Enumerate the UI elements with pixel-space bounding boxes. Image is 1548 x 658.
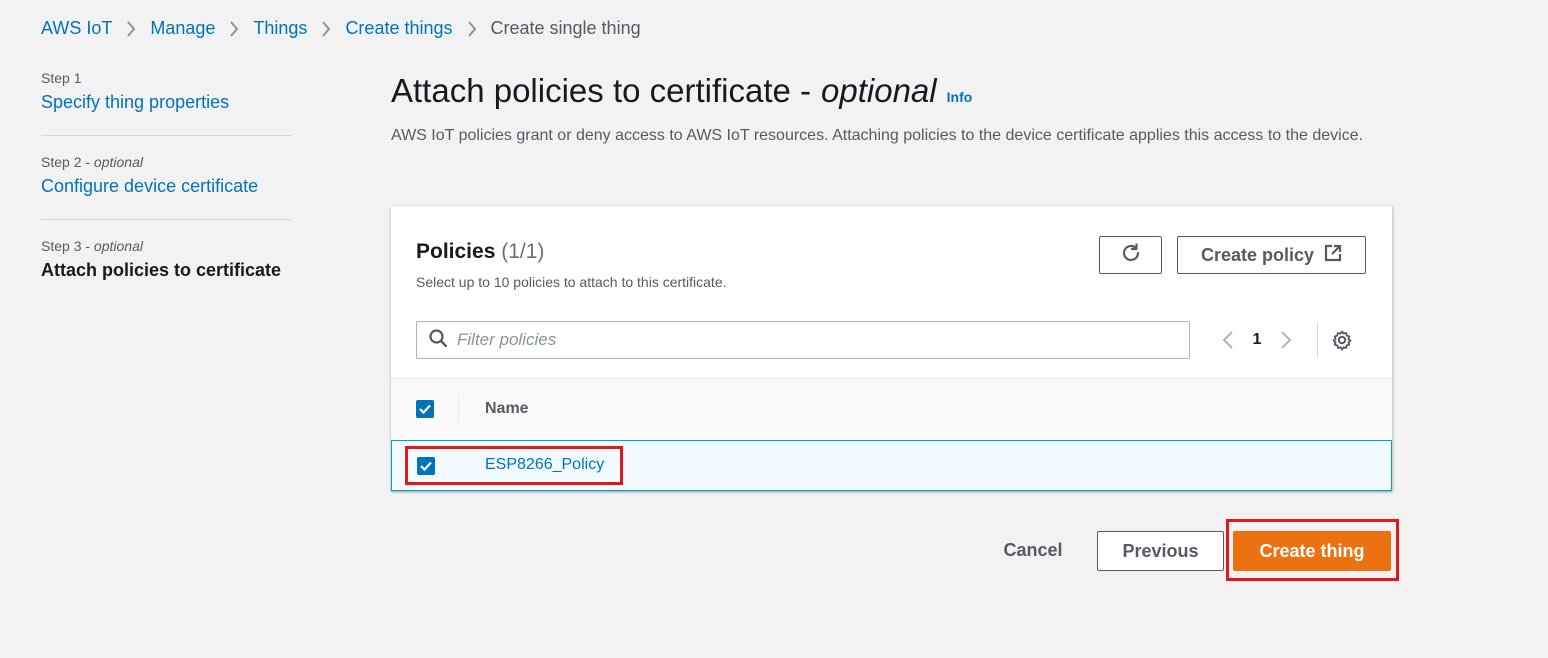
breadcrumb-create-things[interactable]: Create things bbox=[345, 18, 452, 39]
previous-page-icon[interactable] bbox=[1209, 330, 1247, 350]
chevron-right-icon bbox=[453, 20, 491, 37]
column-divider bbox=[458, 395, 459, 423]
step-link-configure-device-certificate[interactable]: Configure device certificate bbox=[41, 176, 291, 197]
policies-heading: Policies (1/1) bbox=[416, 240, 544, 264]
pager-divider bbox=[1317, 322, 1318, 358]
step-link-specify-thing-properties[interactable]: Specify thing properties bbox=[41, 92, 291, 113]
policies-count: (1/1) bbox=[501, 240, 545, 263]
step-label: Step 1 bbox=[41, 70, 82, 86]
current-page[interactable]: 1 bbox=[1247, 331, 1267, 349]
highlight-annotation-create-thing bbox=[1226, 519, 1399, 581]
breadcrumb-current: Create single thing bbox=[490, 18, 641, 38]
step-3: Step 3 - optional Attach policies to cer… bbox=[41, 238, 291, 303]
create-policy-label: Create policy bbox=[1200, 244, 1315, 265]
create-policy-button[interactable]: Create policy bbox=[1177, 236, 1366, 274]
breadcrumb-manage[interactable]: Manage bbox=[150, 18, 215, 39]
step-2: Step 2 - optional Configure device certi… bbox=[41, 154, 291, 220]
step-current-attach-policies: Attach policies to certificate bbox=[41, 260, 282, 280]
breadcrumb: AWS IoT Manage Things Create things Crea… bbox=[41, 18, 641, 39]
page-title-optional: optional bbox=[821, 72, 937, 109]
cancel-button[interactable]: Cancel bbox=[990, 531, 1076, 569]
page-description: AWS IoT policies grant or deny access to… bbox=[391, 127, 1364, 144]
highlight-annotation-policy bbox=[405, 446, 623, 485]
select-all-checkbox[interactable] bbox=[416, 400, 434, 418]
external-link-icon bbox=[1324, 244, 1342, 267]
refresh-icon bbox=[1120, 242, 1142, 269]
pagination: 1 bbox=[1209, 321, 1354, 359]
next-page-icon[interactable] bbox=[1267, 330, 1305, 350]
gear-icon[interactable] bbox=[1330, 329, 1354, 351]
step-label: Step 2 - optional bbox=[41, 154, 143, 170]
checkmark-icon bbox=[419, 404, 431, 415]
step-label: Step 3 - optional bbox=[41, 238, 143, 254]
page-title: Attach policies to certificate - optiona… bbox=[391, 72, 972, 110]
info-link[interactable]: Info bbox=[947, 89, 973, 105]
chevron-right-icon bbox=[215, 20, 253, 37]
breadcrumb-things[interactable]: Things bbox=[253, 18, 307, 39]
filter-policies-input[interactable] bbox=[447, 322, 1189, 358]
chevron-right-icon bbox=[112, 20, 150, 37]
page-title-text: Attach policies to certificate - bbox=[391, 72, 812, 109]
step-1: Step 1 Specify thing properties bbox=[41, 70, 291, 136]
column-header-name[interactable]: Name bbox=[485, 400, 529, 418]
table-header: Name bbox=[391, 378, 1392, 439]
policies-title: Policies bbox=[416, 240, 496, 263]
chevron-right-icon bbox=[307, 20, 345, 37]
wizard-steps: Step 1 Specify thing properties Step 2 -… bbox=[41, 70, 291, 321]
search-icon bbox=[429, 328, 448, 352]
filter-policies-box bbox=[416, 321, 1190, 359]
previous-button[interactable]: Previous bbox=[1097, 531, 1224, 571]
refresh-button[interactable] bbox=[1099, 236, 1162, 274]
policies-subtitle: Select up to 10 policies to attach to th… bbox=[416, 274, 727, 290]
breadcrumb-aws-iot[interactable]: AWS IoT bbox=[41, 18, 112, 39]
